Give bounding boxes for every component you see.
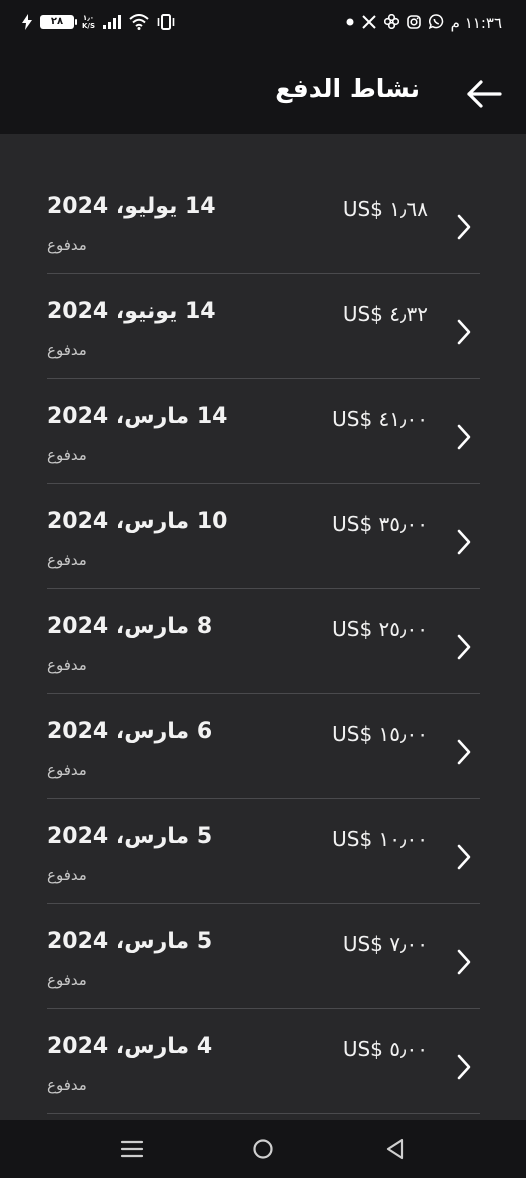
row-divider (47, 1113, 480, 1114)
payment-date: 5 مارس، 2024 (47, 824, 213, 849)
payment-status: مدفوع (47, 1076, 87, 1094)
chevron-right-icon (457, 424, 471, 450)
payment-amount: US$ ٣٥٫٠٠ (332, 512, 428, 536)
battery-level: ٢٨ (50, 16, 64, 27)
payment-row[interactable]: 10 مارس، 2024 مدفوع US$ ٣٥٫٠٠ (0, 449, 526, 589)
payment-date: 5 مارس، 2024 (47, 929, 213, 954)
navigation-bar (0, 1120, 526, 1178)
payment-date: 8 مارس، 2024 (47, 614, 213, 639)
page-title: نشاط الدفع (275, 74, 420, 103)
chevron-right-icon (457, 319, 471, 345)
signal-icon (103, 15, 122, 29)
chevron-right-icon (457, 634, 471, 660)
charging-icon (22, 14, 32, 30)
screen: ٢٨ ١٫٠ K/S ١١:٣٦ م نشاط الدفع 14 يوليو، … (0, 0, 526, 1178)
arrow-right-icon (467, 80, 502, 108)
payment-amount: US$ ٧٫٠٠ (342, 932, 428, 956)
vibrate-icon (157, 14, 175, 30)
payment-date: 4 مارس، 2024 (47, 1034, 213, 1059)
flower-icon (384, 14, 399, 29)
app-bar: نشاط الدفع (0, 52, 526, 134)
status-bar: ٢٨ ١٫٠ K/S ١١:٣٦ م (0, 0, 526, 52)
payment-row[interactable]: 5 مارس، 2024 مدفوع US$ ١٠٫٠٠ (0, 764, 526, 904)
payment-amount: US$ ٤٫٣٢ (342, 302, 428, 326)
payment-row[interactable]: 8 مارس، 2024 مدفوع US$ ٢٥٫٠٠ (0, 554, 526, 694)
chevron-right-icon (457, 529, 471, 555)
system-back-button[interactable] (380, 1134, 410, 1164)
payment-row[interactable]: 14 يوليو، 2024 مدفوع US$ ١٫٦٨ (0, 134, 526, 274)
payment-date: 14 يونيو، 2024 (47, 299, 216, 324)
back-button[interactable] (464, 76, 504, 112)
network-speed-unit: K/S (82, 22, 96, 30)
chevron-right-icon (457, 739, 471, 765)
back-triangle-icon (386, 1138, 404, 1160)
payment-amount: US$ ٤١٫٠٠ (332, 407, 428, 431)
home-button[interactable] (248, 1134, 278, 1164)
notification-icons (346, 14, 444, 29)
payment-amount: US$ ٢٥٫٠٠ (332, 617, 428, 641)
payment-row[interactable]: 6 مارس، 2024 مدفوع US$ ١٥٫٠٠ (0, 659, 526, 799)
payment-row[interactable]: 4 مارس، 2024 مدفوع US$ ٥٫٠٠ (0, 974, 526, 1114)
chevron-right-icon (457, 949, 471, 975)
system-status-icons: ٢٨ ١٫٠ K/S (22, 14, 175, 30)
battery-icon: ٢٨ (40, 15, 77, 29)
chevron-right-icon (457, 214, 471, 240)
wifi-icon (129, 14, 149, 30)
payment-amount: US$ ١٫٦٨ (342, 197, 428, 221)
payment-amount: US$ ٥٫٠٠ (342, 1037, 428, 1061)
instagram-icon (407, 14, 421, 29)
payment-row[interactable]: 14 يونيو، 2024 مدفوع US$ ٤٫٣٢ (0, 239, 526, 379)
menu-icon (120, 1140, 144, 1158)
home-icon (253, 1139, 273, 1159)
recent-apps-button[interactable] (117, 1134, 147, 1164)
whatsapp-icon (429, 14, 444, 29)
payment-date: 14 مارس، 2024 (47, 404, 228, 429)
x-icon (362, 14, 376, 29)
clock: ١١:٣٦ م (450, 14, 502, 32)
payment-date: 6 مارس، 2024 (47, 719, 213, 744)
chevron-right-icon (457, 844, 471, 870)
network-speed-value: ١٫٠ (82, 14, 95, 22)
payment-row[interactable]: 5 مارس، 2024 مدفوع US$ ٧٫٠٠ (0, 869, 526, 1009)
chevron-right-icon (457, 1054, 471, 1080)
payment-amount: US$ ١٠٫٠٠ (332, 827, 428, 851)
network-speed: ١٫٠ K/S (82, 14, 95, 30)
payment-date: 10 مارس، 2024 (47, 509, 228, 534)
payment-date: 14 يوليو، 2024 (47, 194, 216, 219)
dot-icon (346, 18, 354, 25)
payment-list: 14 يوليو، 2024 مدفوع US$ ١٫٦٨ 14 يونيو، … (0, 134, 526, 1120)
payment-amount: US$ ١٥٫٠٠ (332, 722, 428, 746)
payment-row[interactable]: 14 مارس، 2024 مدفوع US$ ٤١٫٠٠ (0, 344, 526, 484)
